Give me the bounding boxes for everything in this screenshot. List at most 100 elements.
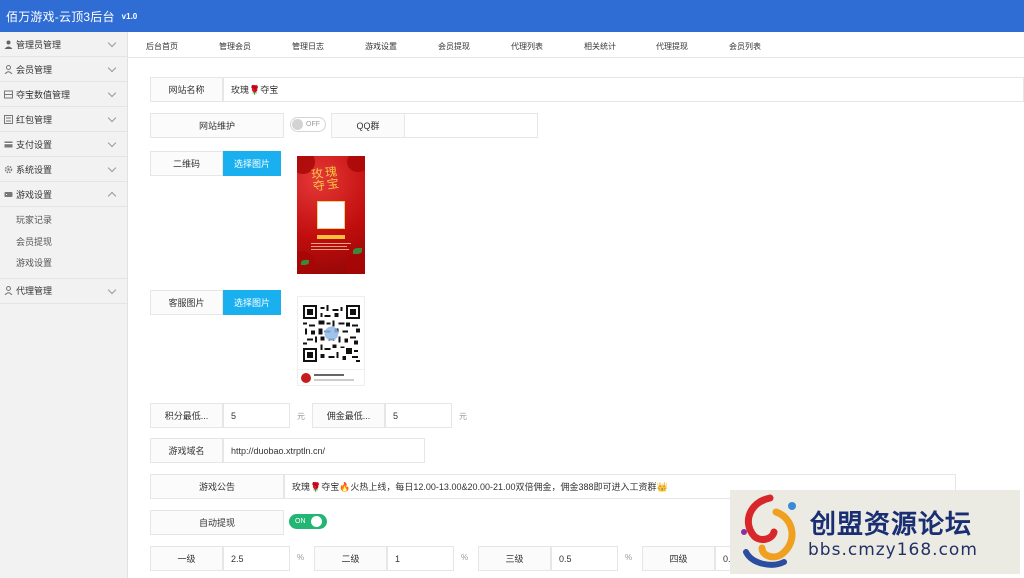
poster-text-line — [311, 246, 347, 247]
watermark-title: 创盟资源论坛 — [810, 510, 973, 540]
app-version: v1.0 — [121, 11, 138, 21]
watermark-url: bbs.cmzy168.com — [808, 540, 978, 560]
tab-agent-list[interactable]: 代理列表 — [511, 41, 543, 52]
level3-label: 三级 — [478, 546, 551, 571]
sidebar-item-game-settings[interactable]: 游戏设置 — [0, 182, 127, 207]
poster-banner — [317, 235, 345, 239]
site-name-input[interactable]: 玫瑰🌹夺宝 — [223, 77, 1024, 102]
decor-petal — [345, 254, 365, 274]
chevron-down-icon — [107, 163, 117, 173]
decor-leaf — [353, 248, 362, 254]
level1-input[interactable]: 2.5 — [223, 546, 290, 571]
list-icon — [4, 114, 13, 124]
min-points-label: 积分最低... — [150, 403, 223, 428]
level1-unit: % — [297, 553, 305, 562]
sidebar-submenu: 玩家记录 会员提现 游戏设置 — [0, 207, 127, 279]
sidebar-item-treasure-values[interactable]: 夺宝数值管理 — [0, 82, 127, 107]
poster-text-line — [311, 243, 351, 244]
choose-service-image-button[interactable]: 选择图片 — [223, 290, 281, 315]
user-icon — [4, 40, 13, 49]
maintenance-label: 网站维护 — [150, 113, 284, 138]
min-points-input[interactable]: 5 — [223, 403, 290, 428]
sidebar-item-label: 夺宝数值管理 — [16, 89, 71, 100]
game-domain-label: 游戏域名 — [150, 438, 223, 463]
chevron-down-icon — [107, 285, 117, 294]
tab-member-list[interactable]: 会员列表 — [729, 41, 761, 52]
choose-qrcode-image-button[interactable]: 选择图片 — [223, 151, 281, 176]
chevron-down-icon — [107, 38, 117, 48]
qrcode-label: 二维码 — [150, 151, 223, 176]
avatar — [301, 373, 311, 383]
sidebar-subitem-player-records[interactable]: 玩家记录 — [0, 209, 127, 231]
chevron-down-icon — [107, 63, 117, 73]
sidebar: 管理员管理 会员管理 夺宝数值管理 红包管理 支付设置 系统设置 游戏设置 玩家… — [0, 32, 128, 578]
level2-label: 二级 — [314, 546, 387, 571]
auto-withdraw-label: 自动提现 — [150, 510, 284, 535]
level2-input[interactable]: 1 — [387, 546, 454, 571]
agent-icon — [4, 286, 13, 296]
tab-game-settings[interactable]: 游戏设置 — [365, 41, 397, 52]
level1-label: 一级 — [150, 546, 223, 571]
chevron-down-icon — [107, 88, 117, 98]
sidebar-item-admin[interactable]: 管理员管理 — [0, 32, 127, 57]
gear-icon — [4, 165, 13, 174]
sidebar-item-label: 支付设置 — [16, 139, 53, 150]
tab-manage-members[interactable]: 管理会员 — [219, 41, 251, 52]
poster-title: 玫瑰夺宝 — [310, 164, 342, 194]
sidebar-item-label: 系统设置 — [16, 164, 53, 175]
toggle-state-label: ON — [295, 518, 306, 525]
person-icon — [4, 64, 13, 74]
chevron-down-icon — [107, 138, 117, 148]
min-commission-label: 佣金最低... — [312, 403, 385, 428]
level3-input[interactable]: 0.5 — [551, 546, 618, 571]
poster-qr-block — [317, 201, 345, 229]
service-qrcode-image — [297, 296, 365, 386]
level3-unit: % — [625, 553, 633, 562]
sidebar-item-label: 红包管理 — [16, 114, 53, 125]
sidebar-item-label: 游戏设置 — [16, 189, 53, 200]
tab-agent-withdraw[interactable]: 代理提现 — [656, 41, 688, 52]
card-icon — [4, 140, 13, 149]
level2-unit: % — [461, 553, 469, 562]
sidebar-item-system[interactable]: 系统设置 — [0, 157, 127, 182]
watermark-swirl-icon — [741, 494, 796, 568]
poster-text-line — [311, 249, 349, 250]
app-header: 佰万游戏-云顶3后台 v1.0 — [0, 0, 1024, 32]
watermark-logo: 创盟资源论坛 bbs.cmzy168.com — [730, 490, 1020, 574]
qq-group-label: QQ群 — [331, 113, 405, 138]
toggle-knob — [292, 119, 303, 130]
decor-leaf — [301, 260, 309, 265]
auto-withdraw-toggle[interactable]: ON — [289, 514, 327, 529]
qq-group-input[interactable] — [404, 113, 538, 138]
toggle-state-label: OFF — [306, 121, 320, 128]
qrcode-poster-image: 玫瑰夺宝 — [297, 156, 365, 274]
tab-manage-logs[interactable]: 管理日志 — [292, 41, 324, 52]
sidebar-item-members[interactable]: 会员管理 — [0, 57, 127, 82]
sidebar-item-redpacket[interactable]: 红包管理 — [0, 107, 127, 132]
min-commission-input[interactable]: 5 — [385, 403, 452, 428]
tab-statistics[interactable]: 相关统计 — [584, 41, 616, 52]
qr-card-text-line — [314, 379, 354, 381]
qr-code-graphic — [303, 305, 360, 362]
sidebar-item-label: 会员管理 — [16, 64, 53, 75]
level4-label: 四级 — [642, 546, 715, 571]
chevron-up-icon — [107, 191, 117, 201]
chevron-down-icon — [107, 113, 117, 123]
top-tab-bar: 后台首页 管理会员 管理日志 游戏设置 会员提现 代理列表 相关统计 代理提现 … — [128, 32, 1024, 58]
tab-member-withdraw[interactable]: 会员提现 — [438, 41, 470, 52]
service-image-label: 客服图片 — [150, 290, 223, 315]
sidebar-item-payment[interactable]: 支付设置 — [0, 132, 127, 157]
tab-home[interactable]: 后台首页 — [146, 41, 178, 52]
sidebar-subitem-member-withdraw[interactable]: 会员提现 — [0, 230, 127, 252]
app-title: 佰万游戏-云顶3后台 — [6, 9, 115, 24]
game-domain-input[interactable]: http://duobao.xtrptln.cn/ — [223, 438, 425, 463]
min-commission-unit: 元 — [459, 412, 467, 421]
maintenance-toggle[interactable]: OFF — [290, 117, 326, 132]
toggle-knob — [310, 516, 322, 527]
sidebar-item-label: 管理员管理 — [16, 39, 62, 50]
sidebar-subitem-game-settings[interactable]: 游戏设置 — [0, 252, 127, 274]
sidebar-item-agents[interactable]: 代理管理 — [0, 279, 127, 304]
qr-card-text-line — [314, 374, 344, 376]
announcement-label: 游戏公告 — [150, 474, 284, 499]
sidebar-item-label: 代理管理 — [16, 286, 53, 296]
